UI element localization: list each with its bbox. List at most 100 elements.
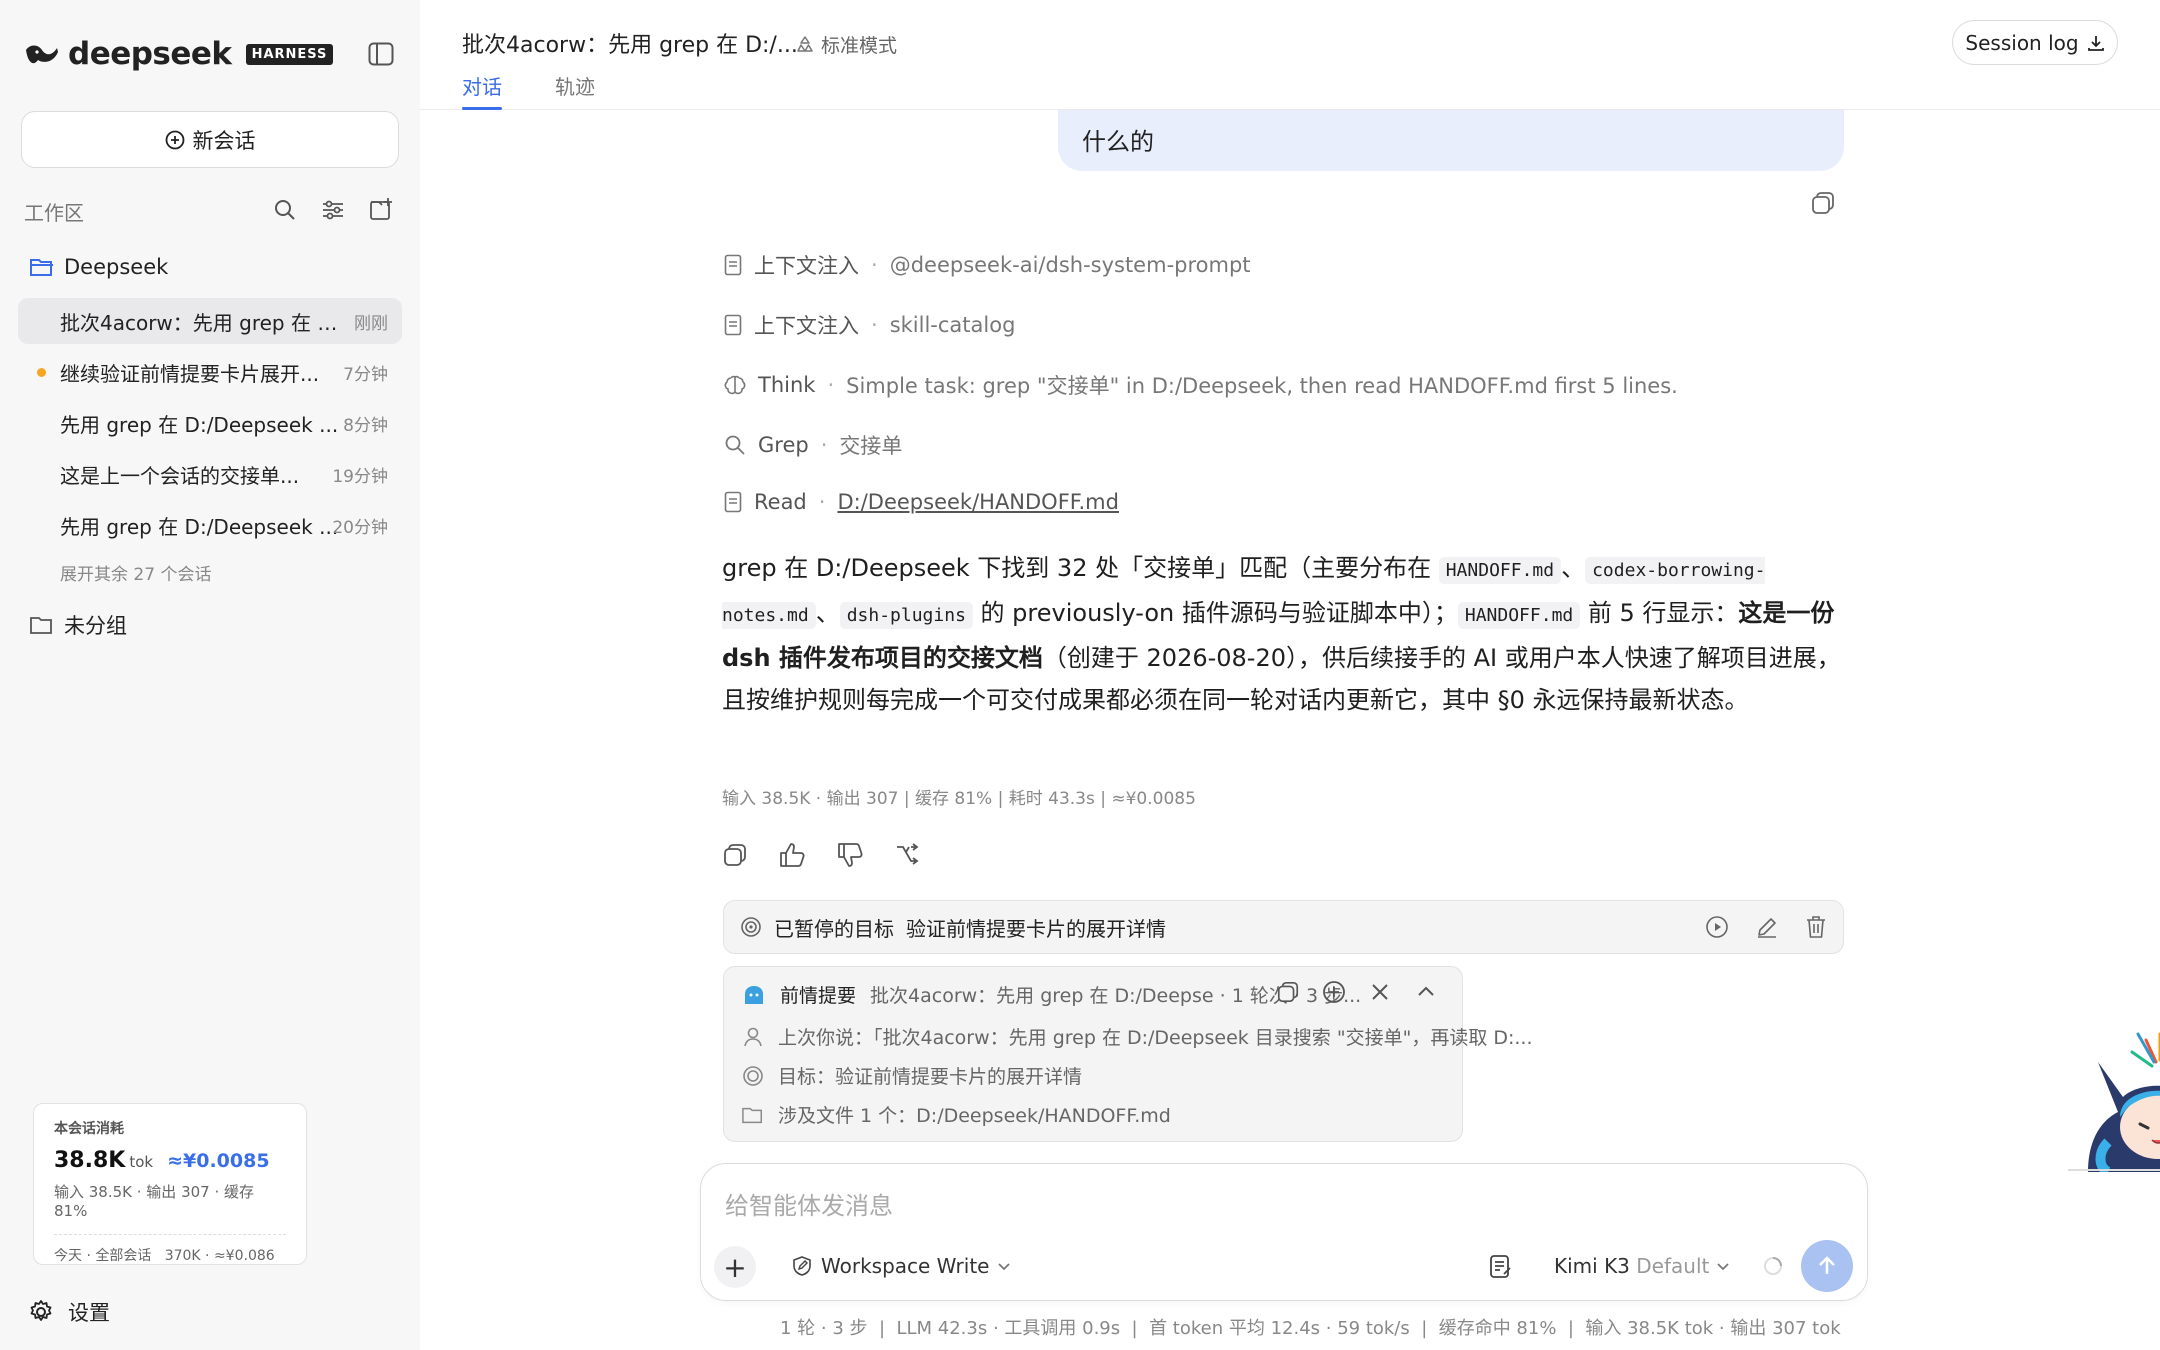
session-title: 这是上一个会话的交接单... <box>60 463 300 488</box>
search-icon <box>725 435 745 455</box>
search-icon[interactable] <box>273 198 297 222</box>
filter-icon[interactable] <box>321 198 345 222</box>
resume-icon[interactable] <box>1705 915 1729 939</box>
step-name: 上下文注入 <box>754 254 859 278</box>
chevron-up-icon[interactable] <box>1414 980 1438 1004</box>
folder-icon <box>30 617 52 634</box>
step-detail: 交接单 <box>839 434 903 458</box>
recap-avatar-icon <box>745 985 763 1004</box>
step-context-inject[interactable]: 上下文注入 · skill-catalog <box>724 310 1015 340</box>
send-button[interactable] <box>1801 1240 1853 1292</box>
step-grep[interactable]: Grep · 交接单 <box>724 430 902 460</box>
thumbs-down-icon[interactable] <box>836 842 864 868</box>
usage-cost: ≈¥0.0085 <box>167 1150 270 1172</box>
model-name: Kimi K3 <box>1554 1254 1630 1278</box>
thumbs-up-icon[interactable] <box>778 842 806 868</box>
session-log-button[interactable]: Session log <box>1952 20 2118 65</box>
copy-icon[interactable] <box>722 842 748 868</box>
workspace-mode-select[interactable]: Workspace Write <box>791 1254 1011 1278</box>
recap-title: 前情提要 <box>780 985 857 1007</box>
usage-divider <box>54 1234 286 1235</box>
add-circle-icon[interactable] <box>1322 980 1346 1004</box>
loading-icon <box>1764 1257 1782 1275</box>
close-icon[interactable] <box>1368 980 1392 1004</box>
recap-files: 涉及文件 1 个：D:/Deepseek/HANDOFF.md <box>778 1105 1171 1127</box>
new-chat-button[interactable]: 新会话 <box>21 111 399 168</box>
step-name: Read <box>754 490 807 514</box>
settings-button[interactable]: 设置 <box>28 1297 110 1327</box>
usage-token-count: 38.8K <box>54 1148 126 1173</box>
composer: 给智能体发消息 + Workspace Write Kimi K3 Defaul… <box>700 1163 1868 1301</box>
settings-label: 设置 <box>68 1301 110 1325</box>
logo[interactable]: deepseek HARNESS <box>24 36 334 72</box>
tab-trace[interactable]: 轨迹 <box>555 71 595 100</box>
download-icon <box>2087 35 2104 51</box>
answer-text: 前 5 行显示： <box>1580 599 1739 627</box>
recap-row: 上次你说：「批次4acorw：先用 grep 在 D:/Deepseek 目录搜… <box>742 1023 1533 1050</box>
document-icon <box>724 491 742 513</box>
step-separator: · <box>820 433 828 457</box>
logo-badge: HARNESS <box>245 43 334 65</box>
copy-icon[interactable] <box>1276 980 1300 1004</box>
session-item[interactable]: 这是上一个会话的交接单... 19分钟 <box>18 451 402 497</box>
session-time: 刚刚 <box>354 313 388 334</box>
file-link[interactable]: D:/Deepseek/HANDOFF.md <box>837 490 1119 514</box>
usage-heading: 本会话消耗 <box>54 1121 124 1137</box>
expand-more-link[interactable]: 展开其余 27 个会话 <box>60 560 211 585</box>
copy-message-icon[interactable] <box>1810 190 1836 216</box>
mode-indicator[interactable]: 标准模式 <box>795 31 897 58</box>
arrow-up-icon <box>1819 1256 1835 1274</box>
recap-tools <box>1276 980 1438 1004</box>
session-title: 先用 grep 在 D:/Deepseek ... <box>60 412 339 437</box>
page-title: 批次4acorw：先用 grep 在 D:/... <box>462 33 798 58</box>
step-name: Think <box>758 373 816 397</box>
trash-icon[interactable] <box>1805 915 1827 939</box>
chevron-down-icon <box>998 1263 1011 1271</box>
sidebar-toggle-icon[interactable] <box>368 42 394 66</box>
message-actions <box>722 842 920 868</box>
unread-dot <box>37 367 46 377</box>
folder-ungrouped[interactable]: 未分组 <box>30 610 127 640</box>
answer-text: grep 在 D:/Deepseek 下找到 32 处「交接单」匹配（主要分布在 <box>722 554 1439 582</box>
session-time: 20分钟 <box>332 517 388 538</box>
step-think[interactable]: Think · Simple task: grep "交接单" in D:/Dee… <box>724 370 1678 400</box>
inline-code: HANDOFF.md <box>1438 557 1562 584</box>
new-folder-icon[interactable] <box>368 197 394 223</box>
recycle-icon <box>797 35 813 52</box>
recap-goal: 目标：验证前情提要卡片的展开详情 <box>778 1066 1083 1088</box>
user-message-bubble: 什么的 <box>1058 110 1844 171</box>
top-bar: 批次4acorw：先用 grep 在 D:/... 标准模式 对话 轨迹 Ses… <box>420 0 2160 110</box>
step-name: 上下文注入 <box>754 314 859 338</box>
notes-icon[interactable] <box>1489 1254 1513 1280</box>
document-icon <box>724 254 742 276</box>
session-item[interactable]: 继续验证前情提要卡片展开... 7分钟 <box>18 349 402 395</box>
step-context-inject[interactable]: 上下文注入 · @deepseek-ai/dsh-system-prompt <box>724 250 1251 280</box>
step-detail: @deepseek-ai/dsh-system-prompt <box>889 253 1251 277</box>
answer-text: 的 previously-on 插件源码与验证脚本中）； <box>972 599 1458 627</box>
session-item[interactable]: 批次4acorw：先用 grep 在 D... 刚刚 <box>18 298 402 344</box>
plus-icon: + <box>723 1250 747 1284</box>
usage-tokens: 38.8K tok ≈¥0.0085 <box>54 1148 286 1173</box>
user-icon <box>744 1027 762 1046</box>
session-title: 继续验证前情提要卡片展开... <box>60 361 320 386</box>
edit-icon[interactable] <box>1755 915 1779 939</box>
document-icon <box>724 314 742 336</box>
branch-icon[interactable] <box>894 842 920 868</box>
session-item[interactable]: 先用 grep 在 D:/Deepseek ... 20分钟 <box>18 502 402 548</box>
message-input[interactable]: 给智能体发消息 <box>725 1186 893 1221</box>
step-separator: · <box>827 373 835 397</box>
new-chat-label: 新会话 <box>192 128 256 153</box>
tab-chat[interactable]: 对话 <box>462 71 502 110</box>
session-item[interactable]: 先用 grep 在 D:/Deepseek ... 8分钟 <box>18 400 402 446</box>
model-select[interactable]: Kimi K3 Default <box>1554 1254 1730 1278</box>
session-title: 先用 grep 在 D:/Deepseek ... <box>60 514 339 539</box>
shield-edit-icon <box>793 1256 811 1276</box>
recap-header: 前情提要 批次4acorw：先用 grep 在 D:/Deepse · 1 轮次… <box>742 981 1361 1008</box>
step-read[interactable]: Read · D:/Deepseek/HANDOFF.md <box>724 490 1119 514</box>
usage-today: 今天 · 全部会话 370K · ≈¥0.086 <box>54 1248 275 1264</box>
recap-last-said: 上次你说：「批次4acorw：先用 grep 在 D:/Deepseek 目录搜… <box>778 1027 1533 1049</box>
attach-button[interactable]: + <box>714 1246 756 1288</box>
folder-deepseek[interactable]: Deepseek <box>30 255 168 279</box>
paused-goal-bar: 已暂停的目标 验证前情提要卡片的展开详情 <box>723 900 1844 954</box>
sidebar: deepseek HARNESS 新会话 工作区 Deepseek 批次4aco… <box>0 0 420 1350</box>
